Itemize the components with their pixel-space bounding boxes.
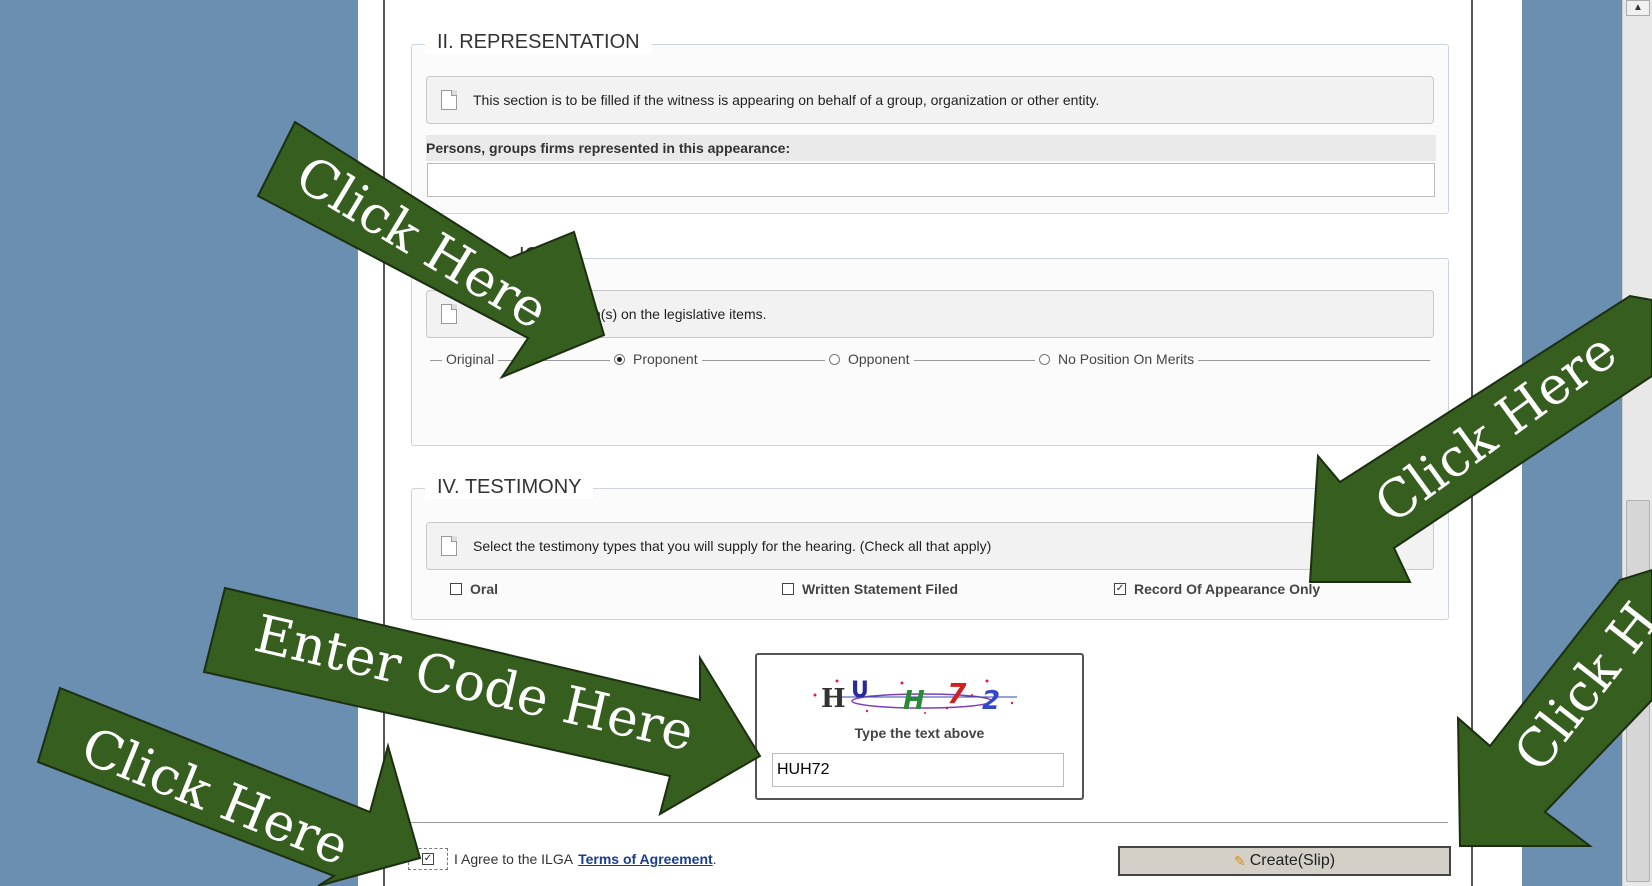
testimony-info-text: Select the testimony types that you will… [473, 538, 992, 554]
representation-legend: II. REPRESENTATION [425, 31, 652, 54]
captcha-input[interactable] [772, 753, 1064, 787]
agreement-row: ✓ I Agree to the ILGA Terms of Agreement… [408, 848, 717, 870]
document-icon [441, 304, 457, 324]
captcha-char-4: 7 [947, 677, 967, 710]
opponent-radio[interactable] [829, 353, 840, 365]
position-row-label: Original [442, 351, 499, 367]
captcha-char-3: H [903, 686, 925, 716]
create-slip-button[interactable]: ✎ Create(Slip) [1118, 846, 1451, 876]
no-position-label: No Position On Merits [1058, 351, 1195, 367]
agreement-checkbox-wrapper[interactable]: ✓ [408, 848, 448, 870]
opponent-label: Opponent [848, 351, 910, 367]
represented-persons-input[interactable] [427, 163, 1435, 197]
position-proponent[interactable]: Proponent [610, 351, 702, 367]
testimony-info: Select the testimony types that you will… [426, 522, 1434, 570]
proponent-label: Proponent [633, 351, 698, 367]
written-label: Written Statement Filed [802, 581, 959, 597]
position-legend: IO [515, 244, 545, 267]
captcha-char-5: 2 [982, 686, 1000, 716]
document-icon [441, 90, 457, 110]
captcha-image: H U H 7 2 [813, 677, 1017, 716]
position-section [411, 258, 1449, 446]
position-info: n(s) on the legislative items. [426, 290, 1434, 338]
agreement-suffix: . [712, 851, 717, 867]
representation-info: This section is to be filled if the witn… [426, 76, 1434, 124]
captcha-char-1: H [821, 684, 846, 714]
create-slip-label: Create(Slip) [1249, 852, 1336, 869]
record-checkbox[interactable]: ✓ [1114, 583, 1126, 595]
agreement-prefix: I Agree to the ILGA [454, 851, 574, 867]
document-icon [441, 536, 457, 556]
position-no-position[interactable]: No Position On Merits [1035, 351, 1199, 367]
testimony-legend: IV. TESTIMONY [425, 476, 594, 499]
no-position-radio[interactable] [1039, 353, 1050, 365]
captcha-panel: H U H 7 2 Type the text above [755, 653, 1084, 800]
captcha-hint: Type the text above [854, 725, 985, 741]
scroll-up-button[interactable]: ▲ [1626, 0, 1650, 16]
click-here-label-4: Click Here [73, 716, 357, 877]
oral-label: Oral [470, 581, 499, 597]
represented-persons-label: Persons, groups firms represented in thi… [426, 135, 1436, 161]
testimony-record[interactable]: ✓ Record Of Appearance Only [1110, 581, 1324, 597]
testimony-written[interactable]: Written Statement Filed [778, 581, 962, 597]
footer-divider [408, 822, 1448, 823]
pencil-icon: ✎ [1233, 852, 1246, 869]
position-info-text: n(s) on the legislative items. [593, 306, 767, 322]
testimony-oral[interactable]: Oral [446, 581, 502, 597]
record-label: Record Of Appearance Only [1134, 581, 1321, 597]
position-opponent[interactable]: Opponent [825, 351, 914, 367]
proponent-radio[interactable] [614, 353, 625, 365]
terms-link[interactable]: Terms of Agreement [578, 851, 713, 867]
representation-info-text: This section is to be filled if the witn… [473, 92, 1100, 108]
scroll-thumb[interactable] [1626, 500, 1650, 882]
position-divider [430, 360, 1430, 361]
oral-checkbox[interactable] [450, 583, 462, 595]
captcha-char-2: U [851, 678, 869, 703]
agreement-checkbox[interactable]: ✓ [422, 853, 434, 865]
written-checkbox[interactable] [782, 583, 794, 595]
position-row-label-text: Original [446, 351, 495, 367]
